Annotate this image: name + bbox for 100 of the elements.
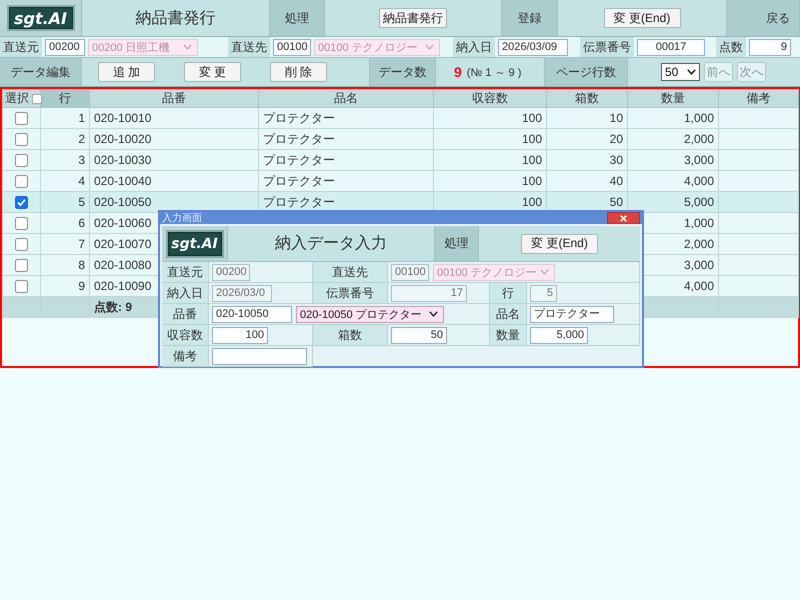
table-cell: 100 [434, 128, 546, 150]
table-cell: 020-10020 [90, 128, 258, 150]
table-cell: プロテクター [258, 150, 434, 170]
toolbar-button[interactable]: 削 除 [270, 62, 327, 82]
back-button[interactable]: 戻る [727, 0, 800, 36]
table-cell: 30 [546, 150, 628, 170]
checkbox[interactable] [15, 154, 28, 168]
input-field[interactable]: 020-10050 [212, 306, 292, 322]
input-field[interactable]: 50 [391, 326, 447, 344]
table-cell: 020-10030 [90, 150, 258, 170]
checkbox[interactable] [15, 112, 28, 126]
table-cell: プロテクター [258, 170, 434, 192]
field-label: 納入日 [453, 37, 495, 57]
column-header: 備考 [718, 90, 798, 108]
field-label: 伝票番号 [313, 283, 388, 304]
column-header: 品名 [258, 90, 434, 108]
page-size-dropdown[interactable]: 50 [661, 63, 700, 81]
column-header: 選択 [5, 91, 29, 105]
logo: sgt.AI [6, 5, 74, 31]
input-field[interactable]: 00017 [637, 38, 705, 56]
checkbox[interactable] [15, 217, 28, 230]
table-cell: プロテクター [258, 128, 434, 150]
input-field[interactable]: 00100 [273, 38, 311, 56]
table-cell: 4,000 [628, 170, 718, 192]
field-label: 納入日 [162, 283, 209, 304]
table-cell: 6 [40, 212, 90, 234]
field-label: 箱数 [313, 325, 388, 346]
table-cell: 100 [434, 170, 546, 192]
section-label: 処理 [435, 226, 479, 261]
section-label: 処理 [270, 0, 325, 36]
table-cell: 100 [434, 108, 546, 128]
toolbar-button[interactable]: 変 更 [184, 62, 241, 82]
table-cell: 1 [40, 108, 90, 128]
logo: sgt.AI [166, 230, 224, 258]
table-cell [40, 296, 90, 318]
field-label: 伝票番号 [580, 37, 634, 57]
input-field[interactable] [212, 348, 307, 364]
table-cell: 10 [546, 108, 628, 128]
checkbox[interactable] [15, 259, 28, 272]
section-label: データ数 [370, 58, 436, 86]
field-label: 品番 [162, 304, 209, 325]
chevron-down-icon [540, 269, 549, 275]
table-cell: プロテクター [258, 108, 434, 128]
input-field[interactable]: 9 [749, 38, 791, 56]
chevron-down-icon [183, 44, 192, 50]
dropdown[interactable]: 020-10050 プロテクター [296, 306, 444, 322]
toolbar-button[interactable]: 変 更(End) [521, 234, 598, 254]
input-field[interactable]: 5,000 [530, 326, 588, 344]
field-label: 品名 [490, 304, 527, 325]
section-label: ページ行数 [545, 58, 628, 86]
toolbar-button[interactable]: 追 加 [98, 62, 155, 82]
toolbar-button[interactable]: 納品書発行 [379, 8, 447, 28]
column-header: 行 [40, 90, 90, 108]
table-cell: 9 [40, 276, 90, 296]
section-label: データ編集 [0, 58, 82, 86]
table-cell: 3 [40, 150, 90, 170]
column-header: 品番 [90, 90, 258, 108]
table-cell: 5,000 [628, 192, 718, 212]
close-icon [620, 214, 627, 222]
column-header: 箱数 [546, 90, 628, 108]
close-button[interactable] [607, 212, 640, 224]
table-cell: 40 [546, 170, 628, 192]
checkbox[interactable] [15, 133, 28, 146]
table-cell: 5 [40, 192, 90, 212]
table-cell: 20 [546, 128, 628, 150]
table-cell: 3,000 [628, 150, 718, 170]
page-title: 納品書発行 [82, 0, 270, 36]
field-label: 点数 [716, 37, 746, 57]
table-cell: 7 [40, 234, 90, 254]
field-label: 直送元 [0, 37, 42, 57]
checkbox[interactable] [15, 238, 28, 252]
dialog-heading: 納入データ入力 [228, 226, 435, 261]
record-range: (№ 1 ～ 9 ) [466, 66, 522, 80]
input-field[interactable]: 100 [212, 326, 268, 344]
field-label: 備考 [162, 346, 209, 367]
toolbar-button[interactable]: 変 更(End) [604, 8, 680, 28]
table-cell: 020-10010 [90, 108, 258, 128]
checkbox[interactable] [15, 175, 28, 188]
chevron-down-icon [425, 44, 434, 50]
dialog-title: 入力画面 [162, 212, 202, 224]
table-cell: 1,000 [628, 108, 718, 128]
input-field[interactable]: 00200 [45, 38, 85, 56]
field-label: 直送先 [228, 37, 270, 57]
field-label: 収容数 [162, 325, 209, 346]
column-header: 数量 [628, 90, 718, 108]
table-cell: 8 [40, 254, 90, 276]
section-label: 登録 [502, 0, 558, 36]
field-label: 行 [490, 283, 527, 304]
field-label: 直送元 [162, 262, 209, 283]
chevron-down-icon [687, 69, 696, 75]
table-cell: 2 [40, 128, 90, 150]
column-header: 収容数 [434, 90, 546, 108]
record-count: 9 [454, 64, 462, 80]
checkbox[interactable] [15, 280, 28, 294]
input-field[interactable]: プロテクター [530, 306, 614, 322]
checkbox[interactable] [15, 196, 28, 210]
field-label: 数量 [490, 325, 527, 346]
checkbox[interactable] [32, 94, 42, 104]
input-field[interactable]: 2026/03/09 [498, 38, 568, 56]
field-label: 直送先 [313, 262, 388, 283]
